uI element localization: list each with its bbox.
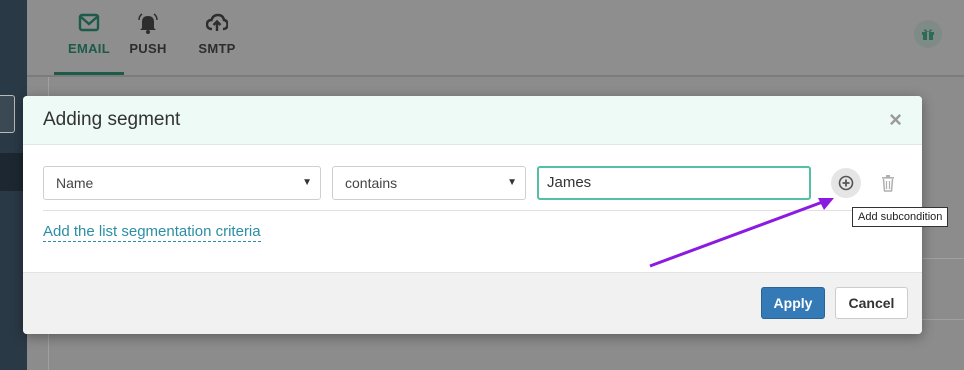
- operator-select-value: contains: [345, 175, 398, 191]
- bell-icon: [138, 13, 158, 34]
- gift-button[interactable]: [914, 20, 942, 48]
- field-select-value: Name: [56, 175, 94, 191]
- add-subcondition-tooltip: Add subcondition: [852, 207, 949, 227]
- chevron-down-icon: ▼: [507, 177, 517, 188]
- chevron-down-icon: ▼: [302, 177, 312, 188]
- close-icon[interactable]: ×: [889, 109, 902, 131]
- modal-header: Adding segment ×: [23, 96, 922, 145]
- annotation-arrow-icon: [649, 198, 834, 268]
- cancel-button[interactable]: Cancel: [835, 287, 908, 319]
- top-nav: EMAIL PUSH SMTP: [27, 0, 964, 77]
- apply-button[interactable]: Apply: [761, 287, 825, 319]
- envelope-icon: [78, 13, 100, 32]
- add-criteria-link[interactable]: Add the list segmentation criteria: [43, 223, 261, 242]
- tab-smtp-label: SMTP: [198, 41, 236, 56]
- trash-icon[interactable]: [880, 174, 896, 192]
- sidebar-toggle[interactable]: [0, 95, 15, 133]
- cloud-upload-icon: [206, 13, 228, 31]
- tab-push-label: PUSH: [129, 41, 167, 56]
- field-select[interactable]: Name ▼: [43, 166, 321, 200]
- background-panel: [922, 258, 964, 320]
- gift-icon: [922, 29, 934, 40]
- modal-footer: Apply Cancel: [23, 272, 922, 334]
- modal-title: Adding segment: [43, 109, 181, 130]
- operator-select[interactable]: contains ▼: [332, 166, 526, 200]
- tab-smtp[interactable]: SMTP: [182, 0, 252, 75]
- tab-push[interactable]: PUSH: [113, 0, 183, 75]
